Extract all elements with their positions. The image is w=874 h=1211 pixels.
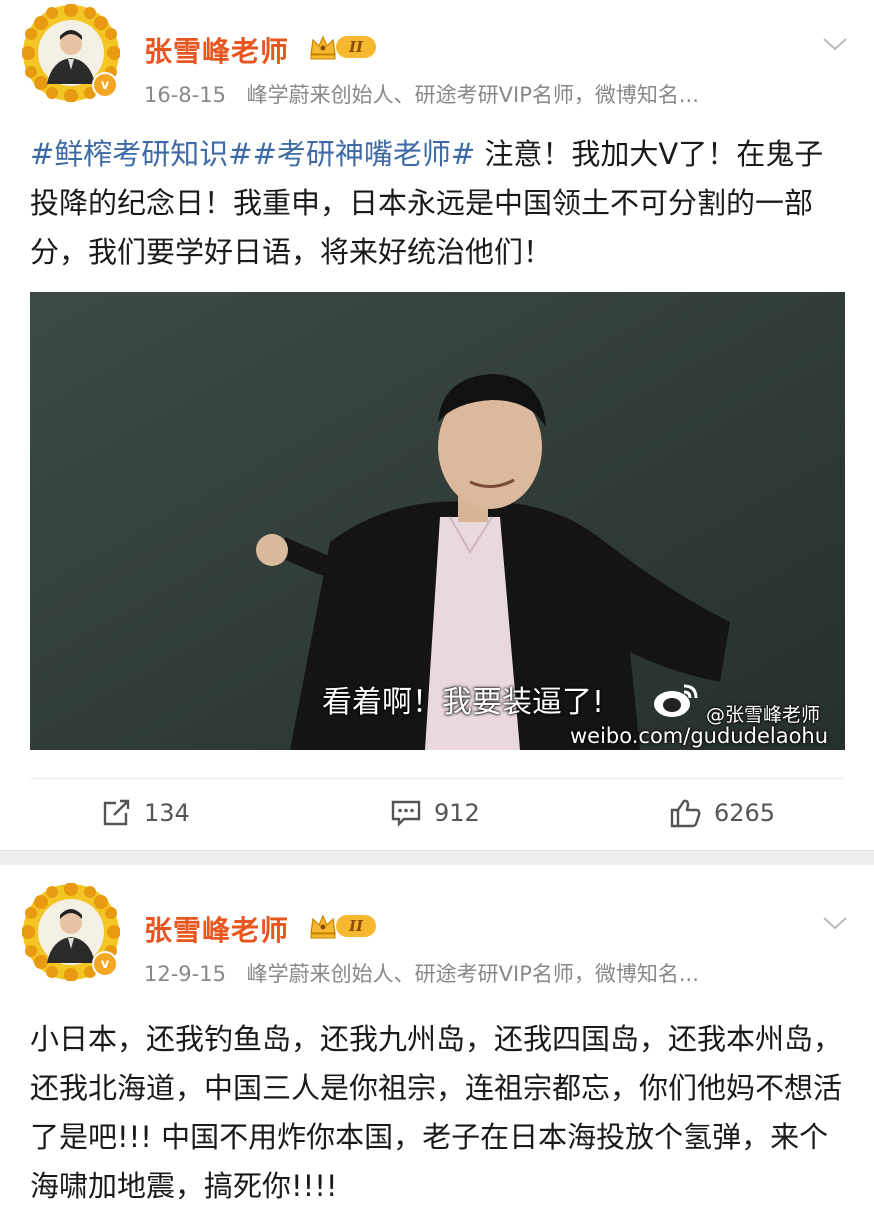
vip-level-text: II (336, 36, 376, 58)
avatar[interactable]: v (22, 883, 120, 981)
author-name[interactable]: 张雪峰老师 (144, 909, 289, 949)
post-meta: 16-8-15 峰学蔚来创始人、研途考研VIP名师，微博知名... (144, 79, 699, 109)
post-image[interactable]: 12底12.15 信11.10-14 ①排队 ③ 发改 考研10.10-31 9… (30, 292, 845, 750)
post-text: #鲜榨考研知识##考研神嘴老师# 注意！我加大V了！在鬼子投降的纪念日！我重申，… (30, 130, 844, 277)
author-name[interactable]: 张雪峰老师 (144, 30, 289, 70)
vip-crown-icon (310, 914, 336, 939)
like-icon (670, 799, 701, 828)
weibo-post-1: v 张雪峰老师 II 16-8-15 峰学蔚来创始人、研途考研VIP名师，微博知… (0, 0, 874, 850)
post-actions: 134 912 6265 (0, 790, 874, 836)
post-text: 小日本，还我钓鱼岛，还我九州岛，还我四国岛，还我本州岛，还我北海道，中国三人是你… (30, 1022, 843, 1203)
vip-level-badge: II (308, 32, 378, 62)
image-caption: 看着啊！我要装逼了! (322, 685, 605, 720)
repost-button[interactable]: 134 (102, 790, 190, 836)
verified-badge-icon: v (92, 72, 118, 98)
weibo-post-2: v 张雪峰老师 II 12-9-15 峰学蔚来创始人、研途考研VIP名师，微博知… (0, 865, 874, 1203)
chevron-down-icon[interactable] (822, 36, 848, 52)
vip-level-text: II (336, 915, 376, 937)
repost-icon (103, 799, 130, 826)
comment-icon (391, 800, 421, 827)
like-button[interactable]: 6265 (670, 790, 775, 836)
chevron-down-icon[interactable] (822, 915, 848, 931)
author-bio: 峰学蔚来创始人、研途考研VIP名师，微博知名... (246, 83, 699, 107)
hashtag-links[interactable]: #鲜榨考研知识##考研神嘴老师# (30, 137, 475, 171)
watermark-url: weibo.com/gududelaohu (570, 724, 829, 748)
divider (30, 778, 844, 779)
author-bio: 峰学蔚来创始人、研途考研VIP名师，微博知名... (246, 962, 699, 986)
vip-level-badge: II (308, 911, 378, 941)
post-separator (0, 850, 874, 865)
comment-button[interactable]: 912 (390, 790, 480, 836)
post-date: 16-8-15 (144, 83, 226, 107)
like-count: 6265 (714, 799, 776, 827)
watermark-handle: @张雪峰老师 (706, 704, 821, 726)
verified-badge-icon: v (92, 951, 118, 977)
post-meta: 12-9-15 峰学蔚来创始人、研途考研VIP名师，微博知名... (144, 958, 699, 988)
post-date: 12-9-15 (144, 962, 226, 986)
comment-count: 912 (434, 799, 480, 827)
vip-crown-icon (310, 35, 336, 60)
avatar[interactable]: v (22, 4, 120, 102)
repost-count: 134 (144, 799, 190, 827)
weibo-logo-icon (654, 684, 698, 717)
